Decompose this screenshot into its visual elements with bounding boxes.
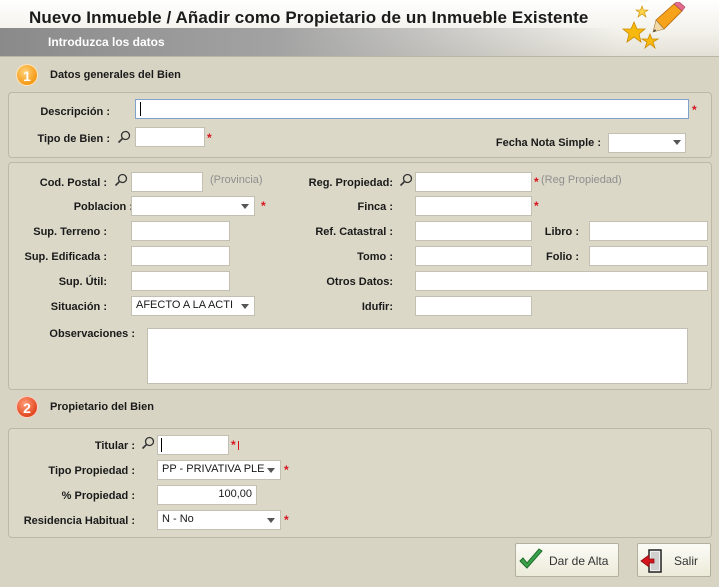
sup-edificada-label: Sup. Edificada : xyxy=(24,251,107,263)
finca-label: Finca : xyxy=(357,201,393,213)
idufir-label: Idufir: xyxy=(361,301,393,313)
salir-label: Salir xyxy=(674,554,699,568)
reg-propiedad-label: Reg. Propiedad: xyxy=(308,177,393,189)
situacion-label: Situación : xyxy=(50,301,107,313)
search-icon[interactable] xyxy=(399,173,413,187)
required-mark: * xyxy=(534,175,539,189)
chevron-down-icon xyxy=(267,518,275,523)
ref-catastral-label: Ref. Catastral : xyxy=(315,226,393,238)
stars-pencil-icon xyxy=(621,2,686,50)
situacion-select[interactable]: AFECTO A LA ACTI xyxy=(131,296,255,316)
general-panel: Descripción : * Tipo de Bien : * Fecha N… xyxy=(8,92,712,158)
observaciones-textarea[interactable] xyxy=(147,328,688,384)
section-general-title: Datos generales del Bien xyxy=(50,69,181,81)
pct-propiedad-input[interactable]: 100,00 xyxy=(157,485,257,505)
required-mark: * xyxy=(284,463,289,477)
otros-datos-input[interactable] xyxy=(415,271,708,291)
libro-label: Libro : xyxy=(544,226,579,238)
titular-input[interactable] xyxy=(157,435,229,455)
required-mark: * xyxy=(692,103,697,117)
fecha-nota-label: Fecha Nota Simple : xyxy=(495,137,601,149)
owner-panel: Titular : * Tipo Propiedad : PP - PRIVAT… xyxy=(8,428,712,538)
section-owner-title: Propietario del Bien xyxy=(50,401,154,413)
sup-terreno-label: Sup. Terreno : xyxy=(33,226,107,238)
chevron-down-icon xyxy=(241,304,249,309)
tipo-bien-label: Tipo de Bien : xyxy=(37,133,110,145)
dialog-header: Nuevo Inmueble / Añadir como Propietario… xyxy=(0,0,719,57)
dar-de-alta-button[interactable]: Dar de Alta xyxy=(515,543,619,577)
reg-propiedad-input[interactable] xyxy=(415,172,532,192)
checkmark-icon xyxy=(519,548,543,569)
sup-edificada-input[interactable] xyxy=(131,246,230,266)
required-mark: * xyxy=(284,513,289,527)
required-separator xyxy=(238,441,239,450)
folio-label: Folio : xyxy=(546,251,579,263)
sup-terreno-input[interactable] xyxy=(131,221,230,241)
finca-input[interactable] xyxy=(415,196,532,216)
idufir-input[interactable] xyxy=(415,296,532,316)
section-owner-header: 2 Propietario del Bien xyxy=(16,396,316,420)
search-icon[interactable] xyxy=(141,436,155,450)
provincia-hint: (Provincia) xyxy=(210,174,263,186)
search-icon[interactable] xyxy=(117,130,131,144)
residencia-label: Residencia Habitual : xyxy=(23,515,135,527)
pct-propiedad-label: % Propiedad : xyxy=(61,490,135,502)
observaciones-label: Observaciones : xyxy=(49,328,135,340)
tipo-propiedad-label: Tipo Propiedad : xyxy=(48,465,135,477)
otros-datos-label: Otros Datos: xyxy=(326,276,393,288)
reg-propiedad-hint: (Reg Propiedad) xyxy=(541,174,622,186)
poblacion-select[interactable] xyxy=(131,196,255,216)
dar-de-alta-label: Dar de Alta xyxy=(549,554,609,568)
chevron-down-icon xyxy=(241,204,249,209)
dialog-title: Nuevo Inmueble / Añadir como Propietario… xyxy=(29,8,589,27)
dialog-subtitle: Introduzca los datos xyxy=(48,35,165,49)
required-mark: * xyxy=(261,199,266,213)
section-number-1: 1 xyxy=(16,64,38,86)
exit-door-icon xyxy=(640,549,662,573)
tipo-bien-input[interactable] xyxy=(135,127,205,147)
cod-postal-input[interactable] xyxy=(131,172,203,192)
libro-input[interactable] xyxy=(589,221,708,241)
text-caret xyxy=(140,102,141,116)
residencia-select[interactable]: N - No xyxy=(157,510,281,530)
required-mark: * xyxy=(231,438,236,452)
sup-util-label: Sup. Útil: xyxy=(58,276,107,288)
tipo-propiedad-select[interactable]: PP - PRIVATIVA PLE xyxy=(157,460,281,480)
tomo-label: Tomo : xyxy=(357,251,393,263)
search-icon[interactable] xyxy=(114,173,128,187)
tomo-input[interactable] xyxy=(415,246,532,266)
ref-catastral-input[interactable] xyxy=(415,221,532,241)
descripcion-label: Descripción : xyxy=(40,106,110,118)
text-caret xyxy=(161,438,162,452)
chevron-down-icon xyxy=(673,140,681,145)
titular-label: Titular : xyxy=(94,440,135,452)
descripcion-input[interactable] xyxy=(135,99,689,119)
poblacion-label: Poblacion : xyxy=(73,201,133,213)
location-panel: Cod. Postal : (Provincia) Poblacion : * … xyxy=(8,162,712,390)
chevron-down-icon xyxy=(267,468,275,473)
folio-input[interactable] xyxy=(589,246,708,266)
section-general-header: 1 Datos generales del Bien xyxy=(16,64,316,88)
cod-postal-label: Cod. Postal : xyxy=(39,177,107,189)
required-mark: * xyxy=(207,131,212,145)
sup-util-input[interactable] xyxy=(131,271,230,291)
section-number-2: 2 xyxy=(16,396,38,418)
salir-button[interactable]: Salir xyxy=(637,543,711,577)
required-mark: * xyxy=(534,199,539,213)
